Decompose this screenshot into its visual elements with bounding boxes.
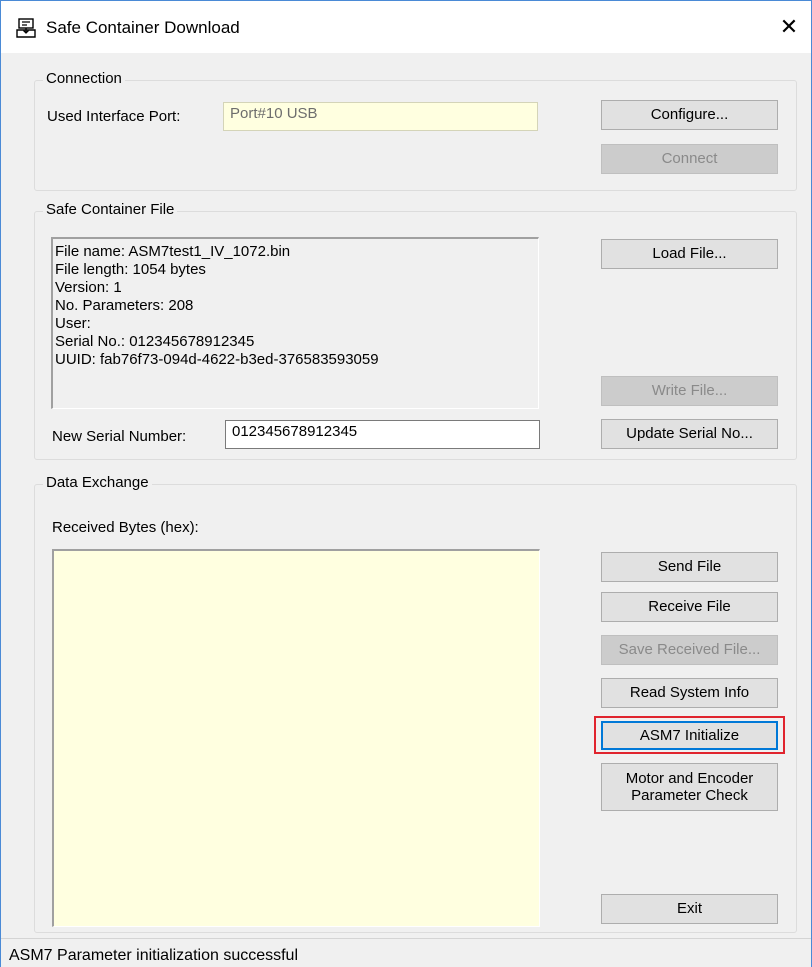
data-exchange-group: Data Exchange Received Bytes (hex): Send… — [34, 474, 797, 933]
connection-group-title: Connection — [43, 70, 125, 87]
window-title: Safe Container Download — [46, 18, 240, 37]
save-received-file-button[interactable]: Save Received File... — [601, 635, 778, 665]
user-line: User: — [55, 315, 91, 332]
update-serial-button[interactable]: Update Serial No... — [601, 419, 778, 449]
write-file-button[interactable]: Write File... — [601, 376, 778, 406]
status-text: ASM7 Parameter initialization successful — [9, 947, 299, 964]
send-file-button[interactable]: Send File — [601, 552, 778, 582]
motor-encoder-check-button[interactable]: Motor and Encoder Parameter Check — [601, 763, 778, 811]
load-file-button[interactable]: Load File... — [601, 239, 778, 269]
configure-button[interactable]: Configure... — [601, 100, 778, 130]
read-system-info-button[interactable]: Read System Info — [601, 678, 778, 708]
connect-button[interactable]: Connect — [601, 144, 778, 174]
dialog-window: Safe Container Download ✕ Connection Use… — [0, 0, 812, 967]
received-bytes-label: Received Bytes (hex): — [52, 519, 199, 536]
asm7-initialize-button[interactable]: ASM7 Initialize — [601, 721, 778, 750]
version-line: Version: 1 — [55, 279, 122, 296]
exit-button[interactable]: Exit — [601, 894, 778, 924]
parameters-line: No. Parameters: 208 — [55, 297, 194, 314]
close-button[interactable]: ✕ — [767, 5, 811, 49]
used-interface-port-label: Used Interface Port: — [47, 108, 181, 125]
close-icon: ✕ — [779, 14, 799, 39]
status-bar: ASM7 Parameter initialization successful — [1, 938, 811, 967]
data-exchange-group-title: Data Exchange — [43, 474, 152, 491]
receive-file-button[interactable]: Receive File — [601, 592, 778, 622]
safe-container-file-group: Safe Container File File name: ASM7test1… — [34, 201, 797, 460]
new-serial-number-field[interactable]: 012345678912345 — [225, 420, 540, 449]
new-serial-number-label: New Serial Number: — [52, 428, 187, 445]
file-name-line: File name: ASM7test1_IV_1072.bin — [55, 243, 291, 260]
download-container-icon — [16, 18, 36, 38]
serial-line: Serial No.: 012345678912345 — [55, 333, 255, 350]
uuid-line: UUID: fab76f73-094d-4622-b3ed-3765835930… — [55, 351, 379, 368]
file-length-line: File length: 1054 bytes — [55, 261, 206, 278]
file-info-box: File name: ASM7test1_IV_1072.bin File le… — [51, 237, 539, 409]
title-bar: Safe Container Download ✕ — [1, 1, 811, 53]
connection-group: Connection Used Interface Port: Port#10 … — [34, 70, 797, 191]
safe-container-file-group-title: Safe Container File — [43, 201, 178, 218]
received-bytes-area[interactable] — [52, 549, 540, 927]
interface-port-field[interactable]: Port#10 USB — [223, 102, 538, 131]
